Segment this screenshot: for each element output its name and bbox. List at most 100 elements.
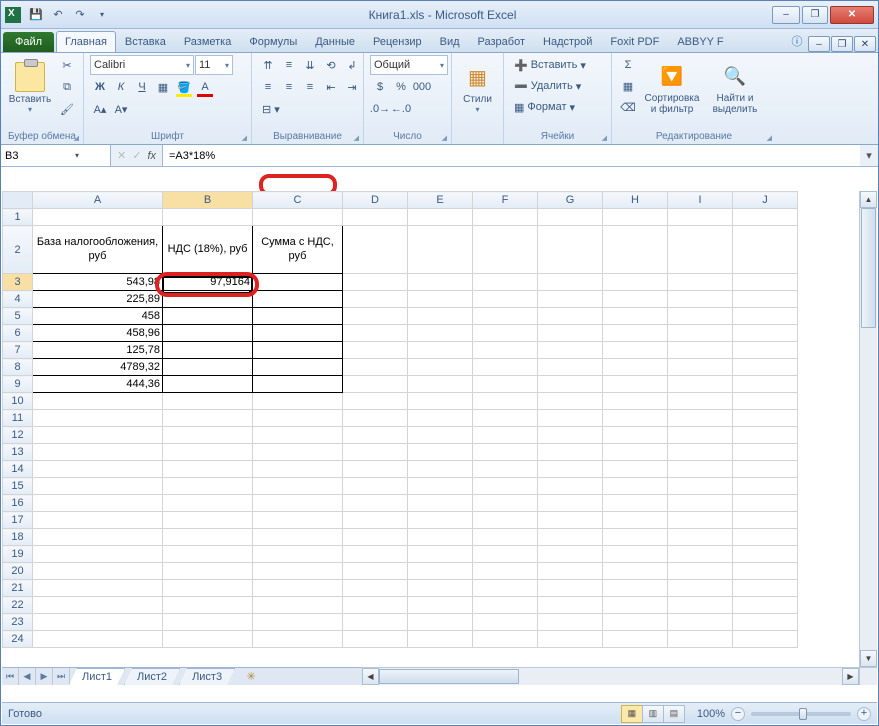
cell-I3[interactable] [668, 274, 733, 291]
styles-button[interactable]: ▦ Стили ▾ [458, 55, 497, 121]
cell-B23[interactable] [163, 614, 253, 631]
cell-H9[interactable] [603, 376, 668, 393]
tab-data[interactable]: Данные [306, 31, 364, 52]
paste-button[interactable]: Вставить ▾ [7, 55, 53, 121]
cell-D20[interactable] [343, 563, 408, 580]
cell-I10[interactable] [668, 393, 733, 410]
cell-F8[interactable] [473, 359, 538, 376]
cell-E12[interactable] [408, 427, 473, 444]
cell-B21[interactable] [163, 580, 253, 597]
tab-nav-first-icon[interactable]: ⏮ [2, 668, 19, 685]
cell-D9[interactable] [343, 376, 408, 393]
grid[interactable]: ABCDEFGHIJ12База налогообложения, рубНДС… [2, 191, 859, 667]
italic-button[interactable]: К [111, 77, 131, 97]
cell-H8[interactable] [603, 359, 668, 376]
cell-A2[interactable]: База налогообложения, руб [33, 226, 163, 274]
cell-J5[interactable] [733, 308, 798, 325]
cell-A6[interactable]: 458,96 [33, 325, 163, 342]
cell-F11[interactable] [473, 410, 538, 427]
vscroll-up-icon[interactable]: ▲ [860, 191, 877, 208]
cell-C20[interactable] [253, 563, 343, 580]
fill-color-icon[interactable]: 🪣 [174, 77, 194, 97]
row-header-19[interactable]: 19 [3, 546, 33, 563]
cell-A8[interactable]: 4789,32 [33, 359, 163, 376]
cell-E1[interactable] [408, 209, 473, 226]
cell-B15[interactable] [163, 478, 253, 495]
cell-A3[interactable]: 543,98 [33, 274, 163, 291]
cell-J18[interactable] [733, 529, 798, 546]
increase-decimal-icon[interactable]: .0→ [370, 99, 390, 119]
cell-G4[interactable] [538, 291, 603, 308]
cell-F15[interactable] [473, 478, 538, 495]
tab-abbyy[interactable]: ABBYY F [668, 31, 732, 52]
cell-A12[interactable] [33, 427, 163, 444]
cell-D23[interactable] [343, 614, 408, 631]
cell-B7[interactable] [163, 342, 253, 359]
workbook-minimize-button[interactable]: – [808, 36, 830, 52]
cell-E17[interactable] [408, 512, 473, 529]
cell-J4[interactable] [733, 291, 798, 308]
border-icon[interactable]: ▦ [153, 77, 173, 97]
cell-H23[interactable] [603, 614, 668, 631]
cut-icon[interactable]: ✂ [57, 55, 77, 75]
orientation-icon[interactable]: ⟲ [321, 55, 341, 75]
cell-H11[interactable] [603, 410, 668, 427]
close-button[interactable]: ✕ [830, 6, 874, 24]
cell-J11[interactable] [733, 410, 798, 427]
resize-grip[interactable] [859, 667, 877, 685]
cell-B14[interactable] [163, 461, 253, 478]
cell-A1[interactable] [33, 209, 163, 226]
cell-E20[interactable] [408, 563, 473, 580]
cell-G6[interactable] [538, 325, 603, 342]
cell-H16[interactable] [603, 495, 668, 512]
name-box-dropdown-icon[interactable]: ▾ [75, 151, 79, 160]
zoom-out-button[interactable]: − [731, 707, 745, 721]
enter-formula-icon[interactable]: ✓ [132, 149, 141, 162]
cell-I22[interactable] [668, 597, 733, 614]
cell-I18[interactable] [668, 529, 733, 546]
cell-C21[interactable] [253, 580, 343, 597]
cell-I5[interactable] [668, 308, 733, 325]
col-header-A[interactable]: A [33, 192, 163, 209]
row-header-11[interactable]: 11 [3, 410, 33, 427]
cell-A5[interactable]: 458 [33, 308, 163, 325]
row-header-9[interactable]: 9 [3, 376, 33, 393]
row-header-21[interactable]: 21 [3, 580, 33, 597]
cell-G2[interactable] [538, 226, 603, 274]
cell-D4[interactable] [343, 291, 408, 308]
cell-J8[interactable] [733, 359, 798, 376]
cell-B9[interactable] [163, 376, 253, 393]
cell-H20[interactable] [603, 563, 668, 580]
cell-E16[interactable] [408, 495, 473, 512]
align-center-icon[interactable]: ≡ [279, 77, 299, 97]
cell-G8[interactable] [538, 359, 603, 376]
cell-B4[interactable] [163, 291, 253, 308]
cell-A7[interactable]: 125,78 [33, 342, 163, 359]
cell-B1[interactable] [163, 209, 253, 226]
cell-I20[interactable] [668, 563, 733, 580]
cell-H5[interactable] [603, 308, 668, 325]
cell-C13[interactable] [253, 444, 343, 461]
hscroll-thumb[interactable] [379, 669, 519, 684]
cell-E6[interactable] [408, 325, 473, 342]
cell-F19[interactable] [473, 546, 538, 563]
cell-F9[interactable] [473, 376, 538, 393]
cell-A4[interactable]: 225,89 [33, 291, 163, 308]
fx-icon[interactable]: fx [147, 150, 156, 162]
cell-H22[interactable] [603, 597, 668, 614]
bold-button[interactable]: Ж [90, 77, 110, 97]
cell-H17[interactable] [603, 512, 668, 529]
cell-C18[interactable] [253, 529, 343, 546]
workbook-restore-button[interactable]: ❐ [831, 36, 853, 52]
cell-A16[interactable] [33, 495, 163, 512]
comma-format-icon[interactable]: 000 [412, 77, 432, 97]
row-header-5[interactable]: 5 [3, 308, 33, 325]
col-header-B[interactable]: B [163, 192, 253, 209]
cell-A24[interactable] [33, 631, 163, 648]
increase-indent-icon[interactable]: ⇥ [342, 77, 362, 97]
hscroll-left-icon[interactable]: ◀ [362, 668, 379, 685]
row-header-15[interactable]: 15 [3, 478, 33, 495]
cell-B20[interactable] [163, 563, 253, 580]
row-header-8[interactable]: 8 [3, 359, 33, 376]
cell-I1[interactable] [668, 209, 733, 226]
